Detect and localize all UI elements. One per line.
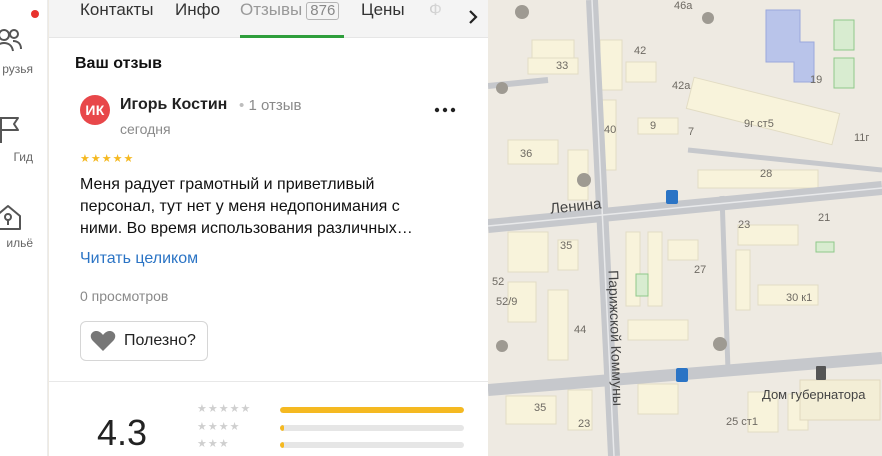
review-stars: ★★★★★ — [80, 153, 134, 165]
rating-distribution-fill — [280, 425, 284, 431]
rating-distribution-track — [280, 442, 464, 448]
more-options-button[interactable] — [431, 100, 459, 120]
tabs-bar: Контакты Инфо Отзывы876 Цены Ф — [49, 0, 488, 38]
overall-rating: 4.3 — [97, 412, 148, 453]
rating-distribution-row[interactable]: ★★★ — [197, 438, 467, 452]
rail-item-housing[interactable]: ильё — [0, 198, 47, 258]
map-label: 19 — [810, 74, 823, 86]
tab-info[interactable]: Инфо — [175, 0, 220, 38]
map-label: 7 — [688, 126, 695, 138]
map-label: 40 — [604, 124, 617, 136]
star-icon: ★ — [101, 153, 113, 165]
active-tab-underline — [240, 35, 344, 38]
rail-item-label: Гид — [13, 150, 33, 164]
rating-distribution-stars: ★★★ — [197, 438, 230, 450]
more-dots-icon — [434, 107, 456, 113]
chevron-right-icon — [469, 10, 478, 24]
rail-item-label: рузья — [2, 62, 33, 76]
left-rail: рузья Гид ильё — [0, 0, 48, 456]
map-label: 28 — [760, 168, 773, 180]
map-label: 27 — [694, 264, 707, 276]
map-label: 33 — [556, 60, 569, 72]
star-icon: ★ — [112, 153, 124, 165]
map-label: 46а — [674, 0, 693, 12]
rating-distribution-track — [280, 425, 464, 431]
housing-icon — [0, 205, 21, 230]
author-meta-text: 1 отзыв — [248, 97, 302, 114]
author-review-count: • 1 отзыв — [239, 97, 302, 114]
rating-distribution-row[interactable]: ★★★★★ — [197, 403, 467, 417]
review-author[interactable]: Игорь Костин — [120, 96, 227, 114]
tabs-next-button[interactable] — [460, 2, 486, 32]
tab-reviews[interactable]: Отзывы 876 — [240, 0, 340, 38]
map-label: 52 — [492, 276, 505, 288]
map-label: 23 — [578, 418, 591, 430]
map-label: 21 — [818, 212, 831, 224]
review-text: Меня радует грамотный и приветливый перс… — [80, 176, 413, 237]
views-count: 0 просмотров — [80, 288, 169, 304]
guide-flag-icon — [0, 117, 19, 143]
map-label: 52/9 — [496, 296, 518, 308]
tab-reviews-label: Отзывы — [240, 0, 303, 19]
map-label: 30 к1 — [786, 292, 813, 304]
rating-distribution-row[interactable]: ★★★★ — [197, 421, 467, 435]
map-label: 42а — [672, 80, 691, 92]
map[interactable]: Ленина Парижской Коммуны Дом губернатора… — [488, 0, 882, 456]
rating-distribution-stars: ★★★★★ — [197, 403, 252, 415]
poi-label-governor-house[interactable]: Дом губернатора — [762, 387, 866, 402]
star-icon: ★ — [80, 153, 91, 165]
rail-item-friends[interactable]: рузья — [0, 24, 47, 84]
map-label: 35 — [534, 402, 547, 414]
rating-distribution-track — [280, 407, 464, 413]
review-date: сегодня — [120, 121, 171, 137]
avatar[interactable]: ИК — [80, 95, 110, 125]
rating-distribution-fill — [280, 442, 284, 448]
reviews-count-badge: 876 — [306, 2, 340, 20]
section-title: Ваш отзыв — [75, 55, 162, 72]
star-icon: ★ — [123, 153, 135, 165]
rating-distribution-fill — [280, 407, 464, 413]
map-label: 36 — [520, 148, 533, 160]
star-icon: ★ — [90, 153, 102, 165]
rating-distribution-stars: ★★★★ — [197, 421, 241, 433]
notification-dot — [31, 10, 39, 18]
rail-item-guide[interactable]: Гид — [0, 112, 47, 172]
map-label: 11г — [854, 132, 870, 144]
helpful-button[interactable]: Полезно? — [80, 321, 208, 361]
heart-icon — [90, 331, 116, 351]
map-label: 9 — [650, 120, 657, 132]
tab-contacts[interactable]: Контакты — [80, 0, 153, 38]
helpful-label: Полезно? — [124, 332, 196, 349]
rail-item-label: ильё — [6, 236, 33, 250]
read-more-link[interactable]: Читать целиком — [80, 250, 198, 268]
map-label: 25 ст1 — [726, 416, 758, 428]
map-label: 42 — [634, 45, 647, 57]
section-divider — [49, 381, 488, 382]
tab-prices[interactable]: Цены — [361, 0, 405, 38]
map-label: 23 — [738, 219, 751, 231]
map-label: 35 — [560, 240, 573, 252]
tabs-fade — [414, 0, 464, 37]
map-label: 44 — [574, 324, 587, 336]
map-label: 9г ст5 — [744, 118, 774, 130]
friends-icon — [0, 29, 22, 52]
place-panel: Контакты Инфо Отзывы876 Цены Ф Ваш отзыв… — [49, 0, 488, 456]
